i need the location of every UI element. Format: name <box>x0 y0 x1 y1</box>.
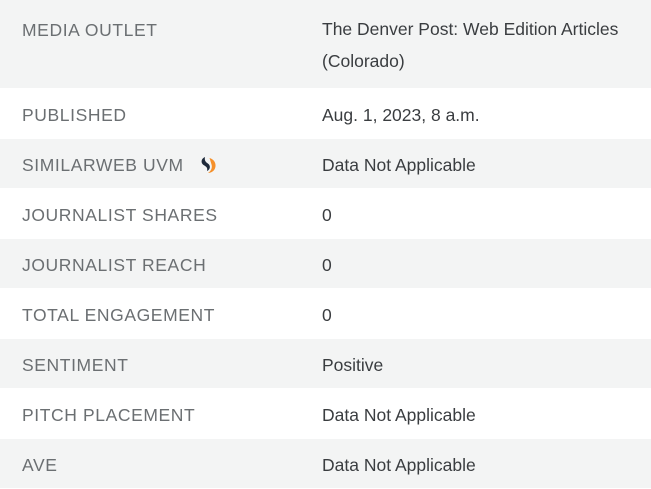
detail-row-journalist-shares: JOURNALIST SHARES 0 <box>0 189 651 239</box>
detail-label: PUBLISHED <box>22 105 127 125</box>
detail-label: SENTIMENT <box>22 355 129 375</box>
detail-label: TOTAL ENGAGEMENT <box>22 305 216 325</box>
detail-label: JOURNALIST REACH <box>22 255 207 275</box>
detail-label: MEDIA OUTLET <box>22 20 158 40</box>
detail-value: Positive <box>322 355 384 375</box>
detail-row-sentiment: SENTIMENT Positive <box>0 339 651 389</box>
article-details-table: MEDIA OUTLET The Denver Post: Web Editio… <box>0 0 651 489</box>
detail-row-published: PUBLISHED Aug. 1, 2023, 8 a.m. <box>0 89 651 139</box>
detail-row-pitch-placement: PITCH PLACEMENT Data Not Applicable <box>0 389 651 439</box>
detail-row-ave: AVE Data Not Applicable <box>0 439 651 489</box>
detail-label: JOURNALIST SHARES <box>22 205 218 225</box>
detail-row-journalist-reach: JOURNALIST REACH 0 <box>0 239 651 289</box>
detail-label-with-icon: SIMILARWEB UVM <box>0 139 322 177</box>
detail-value: Data Not Applicable <box>322 155 476 175</box>
detail-value: Data Not Applicable <box>322 405 476 425</box>
detail-value: Aug. 1, 2023, 8 a.m. <box>322 105 480 125</box>
detail-value: 0 <box>322 205 332 225</box>
detail-row-total-engagement: TOTAL ENGAGEMENT 0 <box>0 289 651 339</box>
detail-value: 0 <box>322 305 332 325</box>
detail-row-similarweb-uvm: SIMILARWEB UVM Data Not Applicable <box>0 139 651 189</box>
detail-label: SIMILARWEB UVM <box>22 155 184 175</box>
detail-value: Data Not Applicable <box>322 455 476 475</box>
detail-label: AVE <box>22 455 58 475</box>
detail-row-media-outlet: MEDIA OUTLET The Denver Post: Web Editio… <box>0 0 651 89</box>
detail-label: PITCH PLACEMENT <box>22 405 196 425</box>
similarweb-icon <box>198 155 218 175</box>
detail-value: 0 <box>322 255 332 275</box>
detail-value: The Denver Post: Web Edition Articles (C… <box>322 19 619 71</box>
